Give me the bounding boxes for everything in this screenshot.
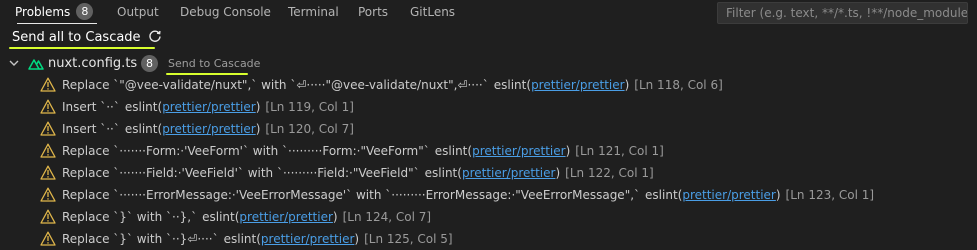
problems-filter-input[interactable]: Filter (e.g. text, **/*.ts, !**/node_mod… (717, 2, 968, 24)
problem-rule-link[interactable]: prettier/prettier (531, 78, 625, 92)
tab-terminal[interactable]: Terminal (288, 3, 339, 21)
problem-message: Insert `··` (62, 122, 120, 136)
file-name: nuxt.config.ts (48, 56, 138, 71)
problem-source: eslint (124, 100, 158, 114)
problem-text: Insert `··` eslint(prettier/prettier) [Ln … (62, 100, 354, 114)
tab-ports[interactable]: Ports (358, 3, 388, 21)
problem-location: [Ln 118, Col 6] (634, 78, 723, 92)
problem-row[interactable]: Replace `}` with `··}⏎····` eslint(pretti… (0, 228, 977, 250)
tab-problems-label: Problems (15, 5, 71, 19)
problem-row[interactable]: Replace `·······ErrorMessage:·'VeeErrorM… (0, 184, 977, 206)
send-to-cascade-button[interactable]: Send to Cascade (168, 57, 260, 71)
problem-text: Replace `·······Field:·'VeeField'` with … (62, 166, 654, 180)
tab-problems[interactable]: Problems 8 (15, 3, 98, 24)
problem-source: eslint (202, 210, 235, 224)
send-all-to-cascade-button[interactable]: Send all to Cascade (12, 29, 162, 47)
problem-location: [Ln 119, Col 1] (265, 100, 354, 114)
warning-icon (40, 143, 56, 158)
problem-rule-link[interactable]: prettier/prettier (261, 232, 355, 246)
highlight-underline (9, 47, 155, 49)
problem-source: eslint (645, 188, 678, 202)
problem-location: [Ln 123, Col 1] (785, 188, 875, 202)
chevron-down-icon[interactable] (8, 57, 20, 69)
problem-source: eslint (424, 166, 458, 180)
problem-text: Replace `}` with `··}⏎····` eslint(pretti… (62, 232, 453, 246)
problem-row[interactable]: Replace `"@vee-validate/nuxt",` with `⏎·… (0, 74, 977, 96)
panel-tab-bar: Problems 8 Output Debug Console Terminal … (0, 0, 977, 24)
nuxt-icon (28, 59, 44, 70)
problem-text: Insert `··` eslint(prettier/prettier) [Ln … (62, 122, 354, 136)
problem-message: Replace `}` with `··}⏎····` (62, 232, 219, 246)
problem-row[interactable]: Insert `··` eslint(prettier/prettier) [Ln … (0, 96, 977, 118)
problem-rule-link[interactable]: prettier/prettier (162, 122, 256, 136)
problem-location: [Ln 120, Col 7] (265, 122, 354, 136)
tab-output[interactable]: Output (117, 3, 159, 21)
file-group-row[interactable]: nuxt.config.ts 8 Send to Cascade (0, 54, 977, 75)
problem-row[interactable]: Replace `·······Field:·'VeeField'` with … (0, 162, 977, 184)
problem-source: eslint (124, 122, 158, 136)
file-problem-count: 8 (141, 55, 158, 72)
problem-text: Replace `"@vee-validate/nuxt",` with `⏎·… (62, 78, 723, 92)
warning-icon (40, 121, 56, 136)
problem-text: Replace `·······Form:·'VeeForm'` with `·… (62, 144, 664, 158)
problem-rule-link[interactable]: prettier/prettier (462, 166, 556, 180)
problem-row[interactable]: Replace `}` with `··},` eslint(prettier/p… (0, 206, 977, 228)
warning-icon (40, 231, 56, 246)
problem-rule-link[interactable]: prettier/prettier (682, 188, 776, 202)
problem-message: Replace `·······Field:·'VeeField'` with … (62, 166, 420, 180)
problem-message: Replace `"@vee-validate/nuxt",` with `⏎·… (62, 78, 489, 92)
problem-message: Replace `·······Form:·'VeeForm'` with `·… (62, 144, 430, 158)
problem-location: [Ln 122, Col 1] (565, 166, 654, 180)
warning-icon (40, 187, 56, 202)
warning-icon (40, 99, 56, 114)
active-tab-indicator (17, 23, 98, 24)
send-all-label: Send all to Cascade (12, 30, 141, 45)
problem-row[interactable]: Replace `·······Form:·'VeeForm'` with `·… (0, 140, 977, 162)
problem-message: Replace `·······ErrorMessage:·'VeeErrorM… (62, 188, 641, 202)
problem-source: eslint (493, 78, 527, 92)
problem-rule-link[interactable]: prettier/prettier (239, 210, 333, 224)
problems-count-badge: 8 (76, 3, 94, 20)
problem-rule-link[interactable]: prettier/prettier (162, 100, 256, 114)
problem-row[interactable]: Insert `··` eslint(prettier/prettier) [Ln … (0, 118, 977, 140)
tab-debug-console[interactable]: Debug Console (180, 3, 271, 21)
problem-source: eslint (434, 144, 468, 158)
problem-location: [Ln 121, Col 1] (575, 144, 664, 158)
warning-icon (40, 209, 56, 224)
tab-gitlens[interactable]: GitLens (410, 3, 455, 21)
refresh-icon[interactable] (148, 29, 162, 43)
problem-rule-link[interactable]: prettier/prettier (472, 144, 566, 158)
problem-location: [Ln 125, Col 5] (364, 232, 453, 246)
problem-source: eslint (223, 232, 257, 246)
warning-icon (40, 77, 56, 92)
problem-text: Replace `·······ErrorMessage:·'VeeErrorM… (62, 188, 875, 202)
problem-message: Replace `}` with `··},` (62, 210, 198, 224)
problem-text: Replace `}` with `··},` eslint(prettier/p… (62, 210, 432, 224)
problem-message: Insert `··` (62, 100, 120, 114)
warning-icon (40, 165, 56, 180)
problem-location: [Ln 124, Col 7] (342, 210, 432, 224)
